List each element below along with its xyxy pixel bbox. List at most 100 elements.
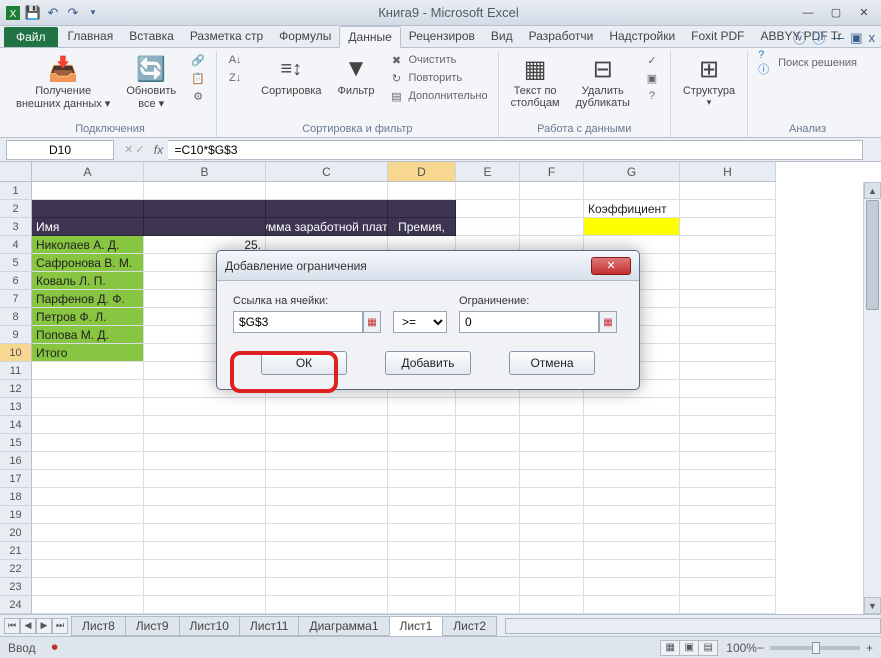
sheet-last-icon[interactable]: ⏭ xyxy=(52,618,68,634)
cell-F22[interactable] xyxy=(520,560,584,578)
row-header-9[interactable]: 9 xyxy=(0,326,32,344)
filter-button[interactable]: ▼ Фильтр xyxy=(332,51,381,99)
row-header-4[interactable]: 4 xyxy=(0,236,32,254)
cell-F16[interactable] xyxy=(520,452,584,470)
name-box[interactable]: D10 xyxy=(6,140,114,160)
cell-A18[interactable] xyxy=(32,488,144,506)
cell-C17[interactable] xyxy=(266,470,388,488)
cell-D17[interactable] xyxy=(388,470,456,488)
zoom-out-icon[interactable]: − xyxy=(757,641,764,655)
reapply-filter-btn[interactable]: ↻Повторить xyxy=(384,69,491,87)
sheet-first-icon[interactable]: ⏮ xyxy=(4,618,20,634)
cell-D14[interactable] xyxy=(388,416,456,434)
cell-D15[interactable] xyxy=(388,434,456,452)
help-icon[interactable]: ⓘ xyxy=(812,28,825,47)
sheet-tab-2[interactable]: Лист10 xyxy=(179,616,240,636)
constraint-range-button[interactable]: ▦ xyxy=(599,311,617,333)
cell-C22[interactable] xyxy=(266,560,388,578)
cell-F2[interactable] xyxy=(520,200,584,218)
enter-formula-icon[interactable]: ✓ xyxy=(135,143,144,156)
cell-F3[interactable] xyxy=(520,218,584,236)
cancel-formula-icon[interactable]: ✕ xyxy=(124,143,133,156)
fx-icon[interactable]: fx xyxy=(148,143,168,157)
cell-ref-input[interactable] xyxy=(233,311,363,333)
close-button[interactable]: ✕ xyxy=(851,4,877,22)
cell-G3[interactable] xyxy=(584,218,680,236)
row-header-15[interactable]: 15 xyxy=(0,434,32,452)
cell-H5[interactable] xyxy=(680,254,776,272)
macro-record-icon[interactable]: ⏺ xyxy=(52,640,58,655)
cell-E21[interactable] xyxy=(456,542,520,560)
cell-E18[interactable] xyxy=(456,488,520,506)
cell-G13[interactable] xyxy=(584,398,680,416)
sheet-prev-icon[interactable]: ◀ xyxy=(20,618,36,634)
cell-H23[interactable] xyxy=(680,578,776,596)
refresh-all-button[interactable]: 🔄 Обновить все ▾ xyxy=(120,51,182,112)
cancel-button[interactable]: Отмена xyxy=(509,351,595,375)
cell-A21[interactable] xyxy=(32,542,144,560)
scroll-thumb[interactable] xyxy=(866,200,879,310)
row-header-16[interactable]: 16 xyxy=(0,452,32,470)
cell-H14[interactable] xyxy=(680,416,776,434)
cell-E17[interactable] xyxy=(456,470,520,488)
zoom-slider[interactable]: − + xyxy=(757,641,873,655)
scroll-down-icon[interactable]: ▼ xyxy=(864,597,881,614)
cell-B19[interactable] xyxy=(144,506,266,524)
cell-G19[interactable] xyxy=(584,506,680,524)
cell-H18[interactable] xyxy=(680,488,776,506)
cell-A6[interactable]: Коваль Л. П. xyxy=(32,272,144,290)
cell-G1[interactable] xyxy=(584,182,680,200)
cell-D22[interactable] xyxy=(388,560,456,578)
validation-btn[interactable]: ✓ xyxy=(640,51,664,69)
add-button[interactable]: Добавить xyxy=(385,351,471,375)
cell-D1[interactable] xyxy=(388,182,456,200)
cell-A3[interactable]: Имя xyxy=(32,218,144,236)
col-header-B[interactable]: B xyxy=(144,162,266,182)
cell-A7[interactable]: Парфенов Д. Ф. xyxy=(32,290,144,308)
cell-E16[interactable] xyxy=(456,452,520,470)
cell-H9[interactable] xyxy=(680,326,776,344)
page-break-icon[interactable]: ▤ xyxy=(698,640,718,656)
cell-F21[interactable] xyxy=(520,542,584,560)
cell-H11[interactable] xyxy=(680,362,776,380)
cell-H15[interactable] xyxy=(680,434,776,452)
doc-close-icon[interactable]: x xyxy=(869,30,876,45)
cell-A2[interactable] xyxy=(32,200,144,218)
doc-min-icon[interactable]: — xyxy=(831,30,844,45)
cell-A16[interactable] xyxy=(32,452,144,470)
cell-H21[interactable] xyxy=(680,542,776,560)
sheet-tab-6[interactable]: Лист2 xyxy=(442,616,497,636)
cell-A11[interactable] xyxy=(32,362,144,380)
cell-E24[interactable] xyxy=(456,596,520,614)
cell-A9[interactable]: Попова М. Д. xyxy=(32,326,144,344)
page-layout-icon[interactable]: ▣ xyxy=(679,640,699,656)
undo-icon[interactable]: ↶ xyxy=(44,4,62,22)
cell-A10[interactable]: Итого xyxy=(32,344,144,362)
cell-E2[interactable] xyxy=(456,200,520,218)
sort-button[interactable]: ≡↕ Сортировка xyxy=(255,51,327,99)
ribbon-tab-2[interactable]: Разметка стр xyxy=(182,26,271,47)
row-header-6[interactable]: 6 xyxy=(0,272,32,290)
operator-select[interactable]: >= xyxy=(393,311,447,333)
sort-desc-btn[interactable]: Z↓ xyxy=(223,69,247,87)
cell-A4[interactable]: Николаев А. Д. xyxy=(32,236,144,254)
cell-B3[interactable] xyxy=(144,218,266,236)
cell-C24[interactable] xyxy=(266,596,388,614)
cell-B13[interactable] xyxy=(144,398,266,416)
ribbon-tab-9[interactable]: Foxit PDF xyxy=(683,26,752,47)
remove-duplicates-button[interactable]: ⊟ Удалить дубликаты xyxy=(570,51,636,111)
cell-F17[interactable] xyxy=(520,470,584,488)
cell-C2[interactable] xyxy=(266,200,388,218)
ok-button[interactable]: ОК xyxy=(261,351,347,375)
cell-D16[interactable] xyxy=(388,452,456,470)
ribbon-tab-3[interactable]: Формулы xyxy=(271,26,339,47)
ribbon-tab-8[interactable]: Надстройки xyxy=(601,26,683,47)
cell-H1[interactable] xyxy=(680,182,776,200)
cell-C1[interactable] xyxy=(266,182,388,200)
cell-A17[interactable] xyxy=(32,470,144,488)
dialog-close-button[interactable]: ✕ xyxy=(591,257,631,275)
row-header-21[interactable]: 21 xyxy=(0,542,32,560)
col-header-C[interactable]: C xyxy=(266,162,388,182)
cell-E20[interactable] xyxy=(456,524,520,542)
cell-B18[interactable] xyxy=(144,488,266,506)
